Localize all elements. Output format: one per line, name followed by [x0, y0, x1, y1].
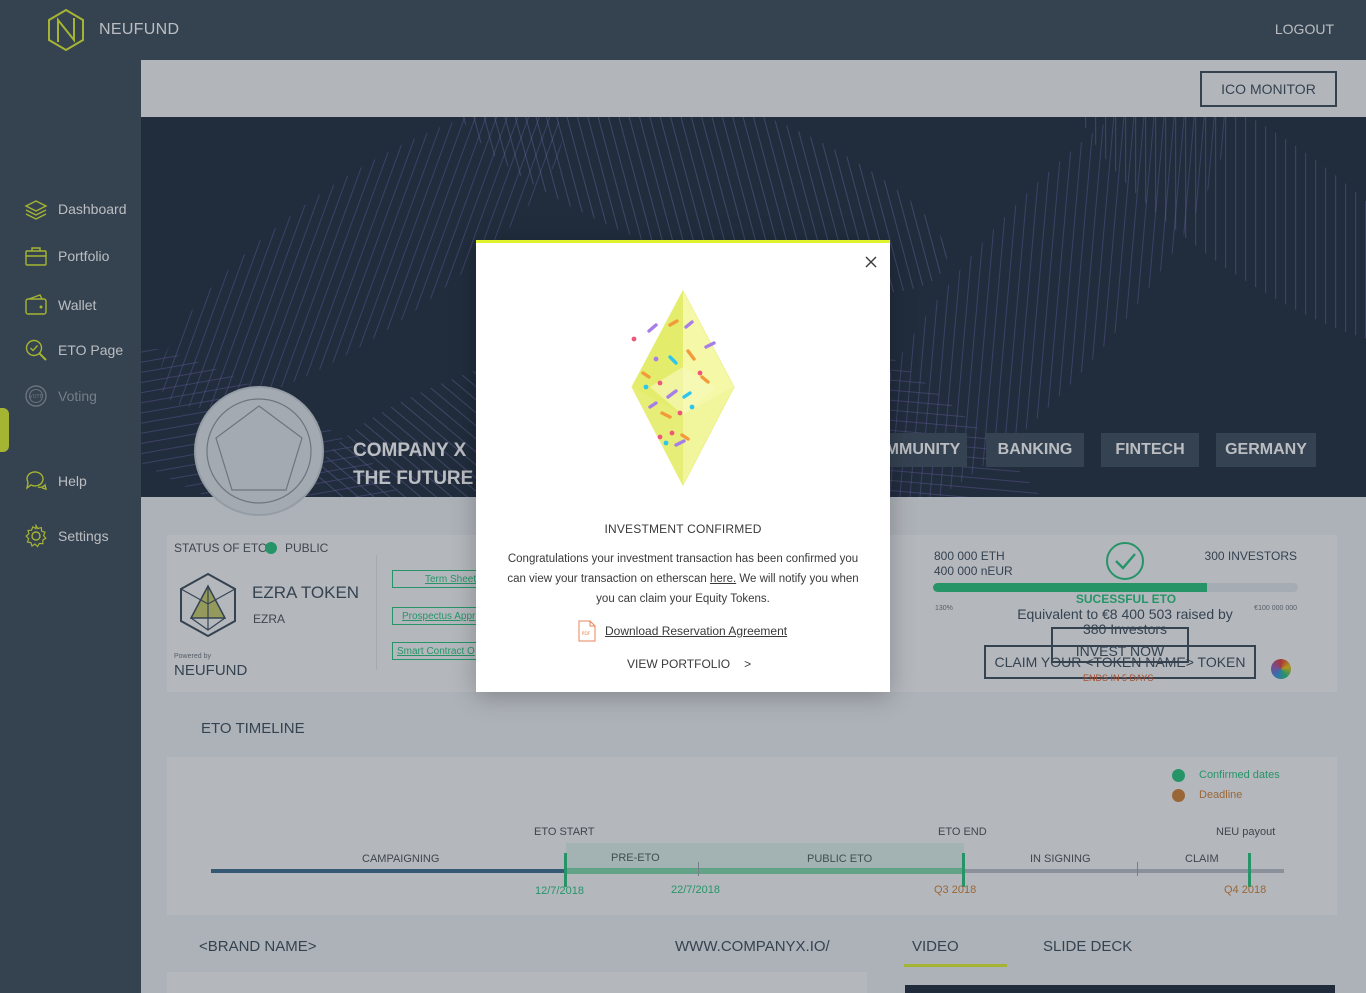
etherscan-link[interactable]: here.	[710, 573, 736, 585]
investment-confirmed-modal: INVESTMENT CONFIRMED Congratulations you…	[476, 240, 890, 692]
download-agreement-row[interactable]: PDF Download Reservation Agreement	[578, 620, 787, 642]
chevron-right-icon: >	[744, 657, 752, 671]
pdf-file-icon: PDF	[578, 620, 596, 642]
modal-title: INVESTMENT CONFIRMED	[604, 522, 762, 536]
view-portfolio-button[interactable]: VIEW PORTFOLIO >	[627, 657, 751, 671]
svg-text:PDF: PDF	[582, 631, 591, 637]
close-icon[interactable]	[864, 255, 878, 269]
download-agreement-link[interactable]: Download Reservation Agreement	[605, 624, 787, 638]
view-portfolio-label: VIEW PORTFOLIO	[627, 657, 731, 671]
modal-message: Congratulations your investment transact…	[506, 549, 860, 609]
ether-crystal-confetti-image	[631, 289, 735, 487]
